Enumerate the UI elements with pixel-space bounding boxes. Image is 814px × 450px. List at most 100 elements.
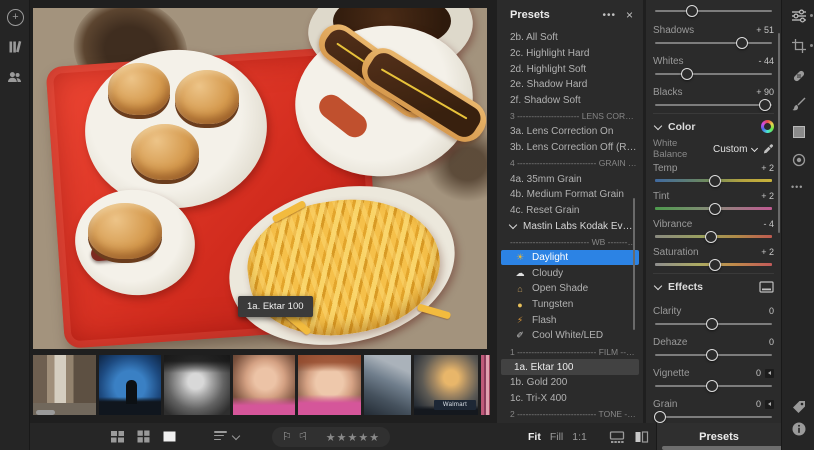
- saturation-slider-knob[interactable]: [709, 259, 721, 271]
- preset-item[interactable]: 4b. Medium Format Grain: [497, 187, 643, 203]
- clarity-slider-knob[interactable]: [706, 318, 718, 330]
- star-1-icon[interactable]: ★: [326, 432, 337, 444]
- tungsten-icon: ●: [514, 300, 526, 310]
- before-after-icon[interactable]: [634, 430, 649, 444]
- preset-item[interactable]: ⚡Flash: [497, 312, 643, 328]
- slider-slider-knob[interactable]: [686, 5, 698, 17]
- filmstrip-thumbnail-girl-portrait-pink-1[interactable]: [233, 355, 295, 415]
- color-section-header[interactable]: Color: [653, 114, 774, 139]
- radial-gradient-tool-icon[interactable]: [791, 152, 807, 168]
- photo-grid-view-icon[interactable]: [110, 429, 125, 444]
- pick-flag-icon[interactable]: ⚐: [282, 432, 292, 443]
- zoom-fit-button[interactable]: Fit: [528, 431, 541, 443]
- crop-tool-icon[interactable]: [791, 38, 807, 54]
- temp-slider-knob[interactable]: [709, 175, 721, 187]
- zoom-1-1-button[interactable]: 1:1: [572, 431, 587, 443]
- slider-track[interactable]: [655, 73, 772, 75]
- preset-item[interactable]: 2d. Highlight Soft: [497, 61, 643, 77]
- filmstrip-scrollbar[interactable]: [36, 410, 55, 415]
- preset-item[interactable]: ☀Daylight: [501, 250, 639, 266]
- filmstrip-thumbnail-girl-portrait-bw[interactable]: [164, 355, 230, 415]
- info-icon[interactable]: [791, 421, 807, 437]
- close-icon[interactable]: ×: [626, 8, 633, 22]
- slider-track[interactable]: [655, 416, 772, 418]
- color-section-title: Color: [668, 121, 695, 133]
- preset-item[interactable]: 3b. Lens Correction Off (Reset): [497, 140, 643, 156]
- presets-panel: Presets ••• × 2b. All Soft2c. Highlight …: [497, 0, 643, 423]
- preset-item[interactable]: ⌂Open Shade: [497, 281, 643, 297]
- preset-item[interactable]: 2c. Highlight Hard: [497, 46, 643, 62]
- preset-item[interactable]: 2e. Shadow Hard: [497, 77, 643, 93]
- keywords-tag-icon[interactable]: [791, 399, 807, 415]
- effects-section-header[interactable]: Effects: [653, 274, 774, 299]
- slider-track[interactable]: [655, 235, 772, 238]
- reject-flag-icon[interactable]: ⚐: [298, 432, 308, 443]
- open-shade-icon: ⌂: [514, 284, 526, 294]
- preset-item[interactable]: 1c. Tri-X 400: [497, 391, 643, 407]
- vignette-frame-icon[interactable]: [759, 281, 774, 293]
- whites-slider-knob[interactable]: [681, 68, 693, 80]
- slider-track[interactable]: [655, 323, 772, 325]
- preset-item[interactable]: Mastin Labs Kodak Everyday...: [497, 218, 643, 234]
- blacks-slider-knob[interactable]: [759, 99, 771, 111]
- slider-track[interactable]: [655, 10, 772, 12]
- slider-track[interactable]: [655, 179, 772, 182]
- filmstrip-toggle-icon[interactable]: [609, 430, 625, 444]
- filmstrip-thumbnail-planetarium-blue[interactable]: [99, 355, 161, 415]
- presets-menu-icon[interactable]: •••: [602, 10, 616, 21]
- filmstrip-thumbnail-storm-sky[interactable]: [364, 355, 411, 415]
- preset-item[interactable]: 1b. Gold 200: [497, 375, 643, 391]
- tint-slider-knob[interactable]: [709, 203, 721, 215]
- filmstrip-thumbnail-city-street[interactable]: [33, 355, 96, 415]
- slider-track[interactable]: [655, 385, 772, 387]
- preset-item[interactable]: 4a. 35mm Grain: [497, 171, 643, 187]
- filmstrip-thumbnail-partial-stripes[interactable]: [481, 355, 490, 415]
- edit-sliders-tool-icon[interactable]: [791, 8, 807, 24]
- slider-track[interactable]: [655, 207, 772, 210]
- preset-item[interactable]: 2b. All Soft: [497, 30, 643, 46]
- brush-tool-icon[interactable]: [791, 96, 807, 112]
- main-photo[interactable]: 1a. Ektar 100: [33, 8, 487, 349]
- expand-options-icon[interactable]: [765, 400, 774, 409]
- sort-icon[interactable]: [214, 431, 227, 442]
- slider-track[interactable]: [655, 263, 772, 266]
- color-wheel-icon[interactable]: [761, 120, 774, 133]
- eyedropper-icon[interactable]: [763, 143, 774, 155]
- star-4-icon[interactable]: ★: [358, 432, 369, 444]
- edit-panel-scrollbar[interactable]: [778, 33, 780, 233]
- slider-value: + 51: [756, 25, 774, 35]
- grain-slider-knob[interactable]: [654, 411, 666, 423]
- my-photos-library-icon[interactable]: [7, 39, 22, 54]
- zoom-fill-button[interactable]: Fill: [550, 431, 563, 443]
- star-3-icon[interactable]: ★: [348, 432, 359, 444]
- slider-row-temp: Temp+ 2: [653, 159, 774, 182]
- vignette-slider-knob[interactable]: [706, 380, 718, 392]
- star-2-icon[interactable]: ★: [337, 432, 348, 444]
- preset-item[interactable]: 4c. Reset Grain: [497, 203, 643, 219]
- presets-scrollbar[interactable]: [633, 198, 635, 330]
- slider-track[interactable]: [655, 42, 772, 44]
- expand-options-icon[interactable]: [765, 369, 774, 378]
- preset-item[interactable]: ☁Cloudy: [497, 265, 643, 281]
- add-photos-icon[interactable]: +: [7, 9, 24, 26]
- preset-item[interactable]: 2f. Shadow Soft: [497, 93, 643, 109]
- vibrance-slider-knob[interactable]: [705, 231, 717, 243]
- filmstrip-thumbnail-walmart-sunset[interactable]: Walmart: [414, 355, 478, 415]
- square-grid-view-icon[interactable]: [136, 429, 151, 444]
- white-balance-dropdown[interactable]: Custom: [713, 144, 757, 155]
- slider-track[interactable]: [655, 354, 772, 356]
- preset-item[interactable]: ✐Cool White/LED: [497, 328, 643, 344]
- dehaze-slider-knob[interactable]: [706, 349, 718, 361]
- shadows-slider-knob[interactable]: [736, 37, 748, 49]
- star-5-icon[interactable]: ★: [369, 432, 380, 444]
- detail-view-icon[interactable]: [162, 429, 177, 444]
- people-icon[interactable]: [7, 69, 22, 84]
- preset-item[interactable]: 3a. Lens Correction On: [497, 124, 643, 140]
- more-tools-icon[interactable]: •••: [791, 182, 803, 192]
- linear-gradient-tool-icon[interactable]: [791, 124, 807, 140]
- preset-item[interactable]: ●Tungsten: [497, 297, 643, 313]
- healing-brush-tool-icon[interactable]: [791, 68, 807, 84]
- preset-item[interactable]: 1a. Ektar 100: [501, 359, 639, 375]
- filmstrip-thumbnail-girl-portrait-pink-2[interactable]: [298, 355, 361, 415]
- slider-track[interactable]: [655, 104, 772, 106]
